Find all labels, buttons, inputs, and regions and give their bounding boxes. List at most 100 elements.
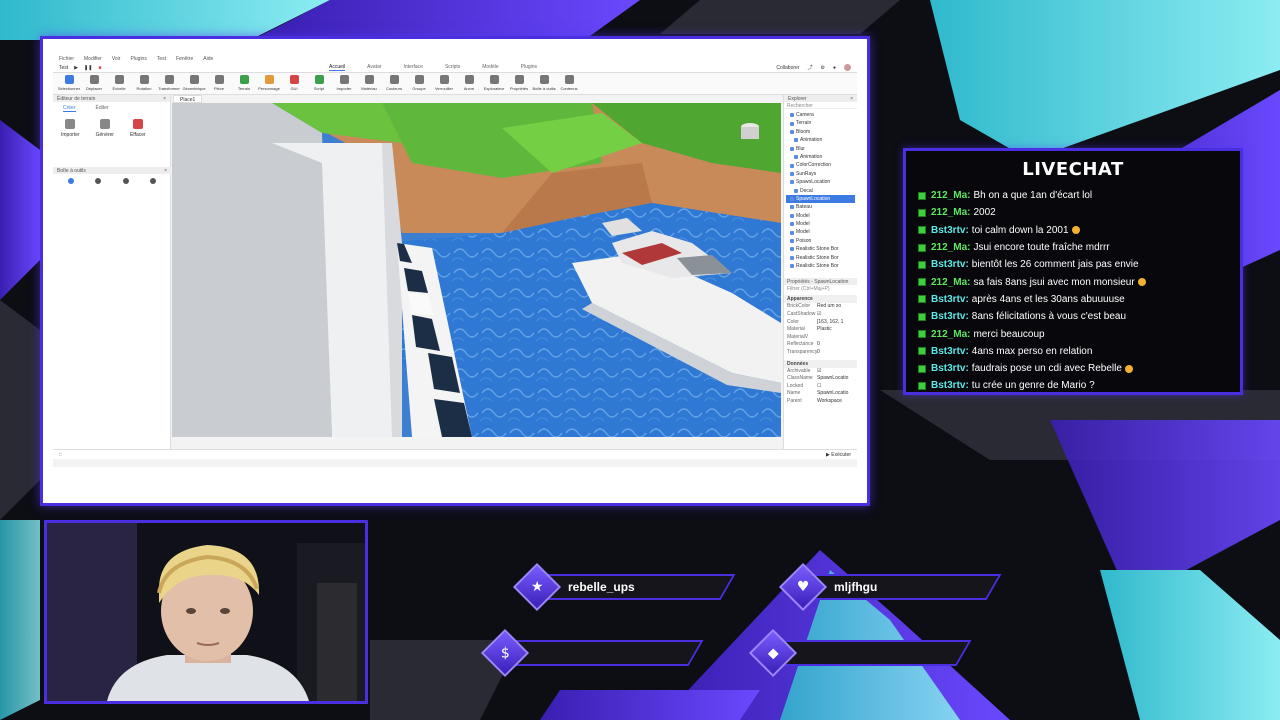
share-icon[interactable]: ⤴ [807,64,812,71]
tab-plugins[interactable]: Plugins [521,64,537,71]
ribbon-tool[interactable]: Explorateur [484,75,504,92]
property-row[interactable]: Parent Workspace [784,398,857,406]
properties-filter-input[interactable]: Filtrer (Ctrl+Maj+P) [784,285,857,292]
ribbon-tool[interactable]: Échelle [109,75,129,92]
explorer-item[interactable]: Decal [786,187,855,195]
import-terrain-button[interactable]: Importer [61,119,80,138]
property-row[interactable]: Material Plastic [784,326,857,334]
property-value[interactable]: [163, 162, 1 [817,319,854,327]
property-value[interactable]: ☑ [817,311,854,319]
property-row[interactable]: MaterialV [784,334,857,342]
settings-icon[interactable]: ⚙ [820,65,824,71]
property-row[interactable]: BrickColor Red um so [784,303,857,311]
property-value[interactable]: SpawnLocatio [817,375,854,383]
ribbon-tool[interactable]: Couleurs [384,75,404,92]
close-icon[interactable]: × [163,96,166,102]
property-value[interactable]: Red um so [817,303,854,311]
explorer-item[interactable]: Blur [786,145,855,153]
tab-edit[interactable]: Éditer [96,105,109,112]
property-value[interactable] [817,334,854,342]
explorer-item[interactable]: ColorCorrection [786,161,855,169]
tab-model[interactable]: Modèle [482,64,498,71]
property-value[interactable]: Workspace [817,398,854,406]
ribbon-tool[interactable]: Verrouiller [434,75,454,92]
explorer-item[interactable]: Bateau [786,203,855,211]
ribbon-tool[interactable]: Groupe [409,75,429,92]
ribbon-tool[interactable]: Contenus [559,75,579,92]
explorer-item[interactable]: SpawnLocation [786,194,855,204]
property-row[interactable]: Reflectance 0 [784,341,857,349]
document-tab[interactable]: Place1 [173,95,203,103]
property-section[interactable]: Données [784,359,857,368]
ribbon-tool[interactable]: Pièce [209,75,229,92]
marketplace-icon[interactable] [150,178,157,184]
ribbon-tool[interactable]: Importer [334,75,354,92]
tab-home[interactable]: Accueil [329,64,346,71]
play-icon[interactable]: ▶ [74,65,78,71]
property-value[interactable]: ☐ [817,383,854,391]
ribbon-tool[interactable]: Matériau [359,75,379,92]
explorer-item[interactable]: SpawnLocation [786,178,855,186]
menu-item[interactable]: Test [157,56,166,62]
place-selector[interactable]: Test [59,65,68,71]
inventory-icon[interactable] [67,178,74,184]
property-row[interactable]: CastShadow ☑ [784,311,857,319]
explorer-item[interactable]: Realistic Stone Bor [786,262,855,270]
ribbon-tool[interactable]: Déplacer [84,75,104,92]
property-section[interactable]: Apparence [784,295,857,304]
close-icon[interactable]: × [850,96,853,102]
ribbon-tool[interactable]: Terrain [234,75,254,92]
property-row[interactable]: ClassName SpawnLocatio [784,375,857,383]
menu-item[interactable]: Fenêtre [176,56,193,62]
property-value[interactable]: 0 [817,341,854,349]
tab-interface[interactable]: Interface [404,64,423,71]
3d-viewport[interactable] [172,103,781,437]
explorer-item[interactable]: Animation [786,136,855,144]
explorer-item[interactable]: Camera [786,111,855,119]
explorer-item[interactable]: SunRays [786,170,855,178]
explorer-item[interactable]: Realistic Stone Bor [786,245,855,253]
explorer-item[interactable]: Terrain [786,119,855,127]
ribbon-tool[interactable]: Personnage [258,75,280,92]
ribbon-tool[interactable]: Ancré [459,75,479,92]
ribbon-tool[interactable]: Boîte à outils [532,75,556,92]
explorer-item[interactable]: Bloom [786,128,855,136]
ribbon-tool[interactable]: Script [309,75,329,92]
ribbon-tool[interactable]: Sélectionner [58,75,80,92]
menu-item[interactable]: Modifier [84,56,102,62]
explorer-item[interactable]: Animation [786,153,855,161]
explorer-item[interactable]: Model [786,228,855,236]
stop-icon[interactable]: ■ [98,65,101,71]
tab-create[interactable]: Créer [63,105,76,112]
run-button[interactable]: ▶ Exécuter [826,452,851,458]
menu-item[interactable]: Plugins [130,56,146,62]
generate-terrain-button[interactable]: Générer [96,119,114,138]
ribbon-tool[interactable]: Géométrique [182,75,206,92]
ribbon-tool[interactable]: Transformer [158,75,180,92]
property-value[interactable]: SpawnLocatio [817,390,854,398]
menu-item[interactable]: Voir [112,56,121,62]
close-icon[interactable]: × [164,168,167,174]
ribbon-tool[interactable]: Rotation [134,75,154,92]
ribbon-tool[interactable]: GUI [284,75,304,92]
property-row[interactable]: Archivable ☑ [784,368,857,376]
collaborate-button[interactable]: Collaborer [776,65,799,71]
explorer-item[interactable]: Model [786,212,855,220]
menu-item[interactable]: Fichier [59,56,74,62]
clear-terrain-button[interactable]: Effacer [130,119,146,138]
notification-icon[interactable]: ● [833,65,836,71]
explorer-item[interactable]: Realistic Stone Bor [786,254,855,262]
grid-icon[interactable] [95,178,102,184]
property-row[interactable]: Transparency 0 [784,349,857,357]
property-value[interactable]: Plastic [817,326,854,334]
ribbon-tool[interactable]: Propriétés [509,75,529,92]
property-value[interactable]: 0 [817,349,854,357]
property-row[interactable]: Name SpawnLocatio [784,390,857,398]
explorer-search-input[interactable]: Rechercher [784,102,857,109]
command-bar-icon[interactable]: :: [59,452,62,458]
avatar[interactable] [844,64,851,71]
property-row[interactable]: Color [163, 162, 1 [784,319,857,327]
explorer-item[interactable]: Poison [786,237,855,245]
recent-icon[interactable] [122,178,129,184]
property-value[interactable]: ☑ [817,368,854,376]
